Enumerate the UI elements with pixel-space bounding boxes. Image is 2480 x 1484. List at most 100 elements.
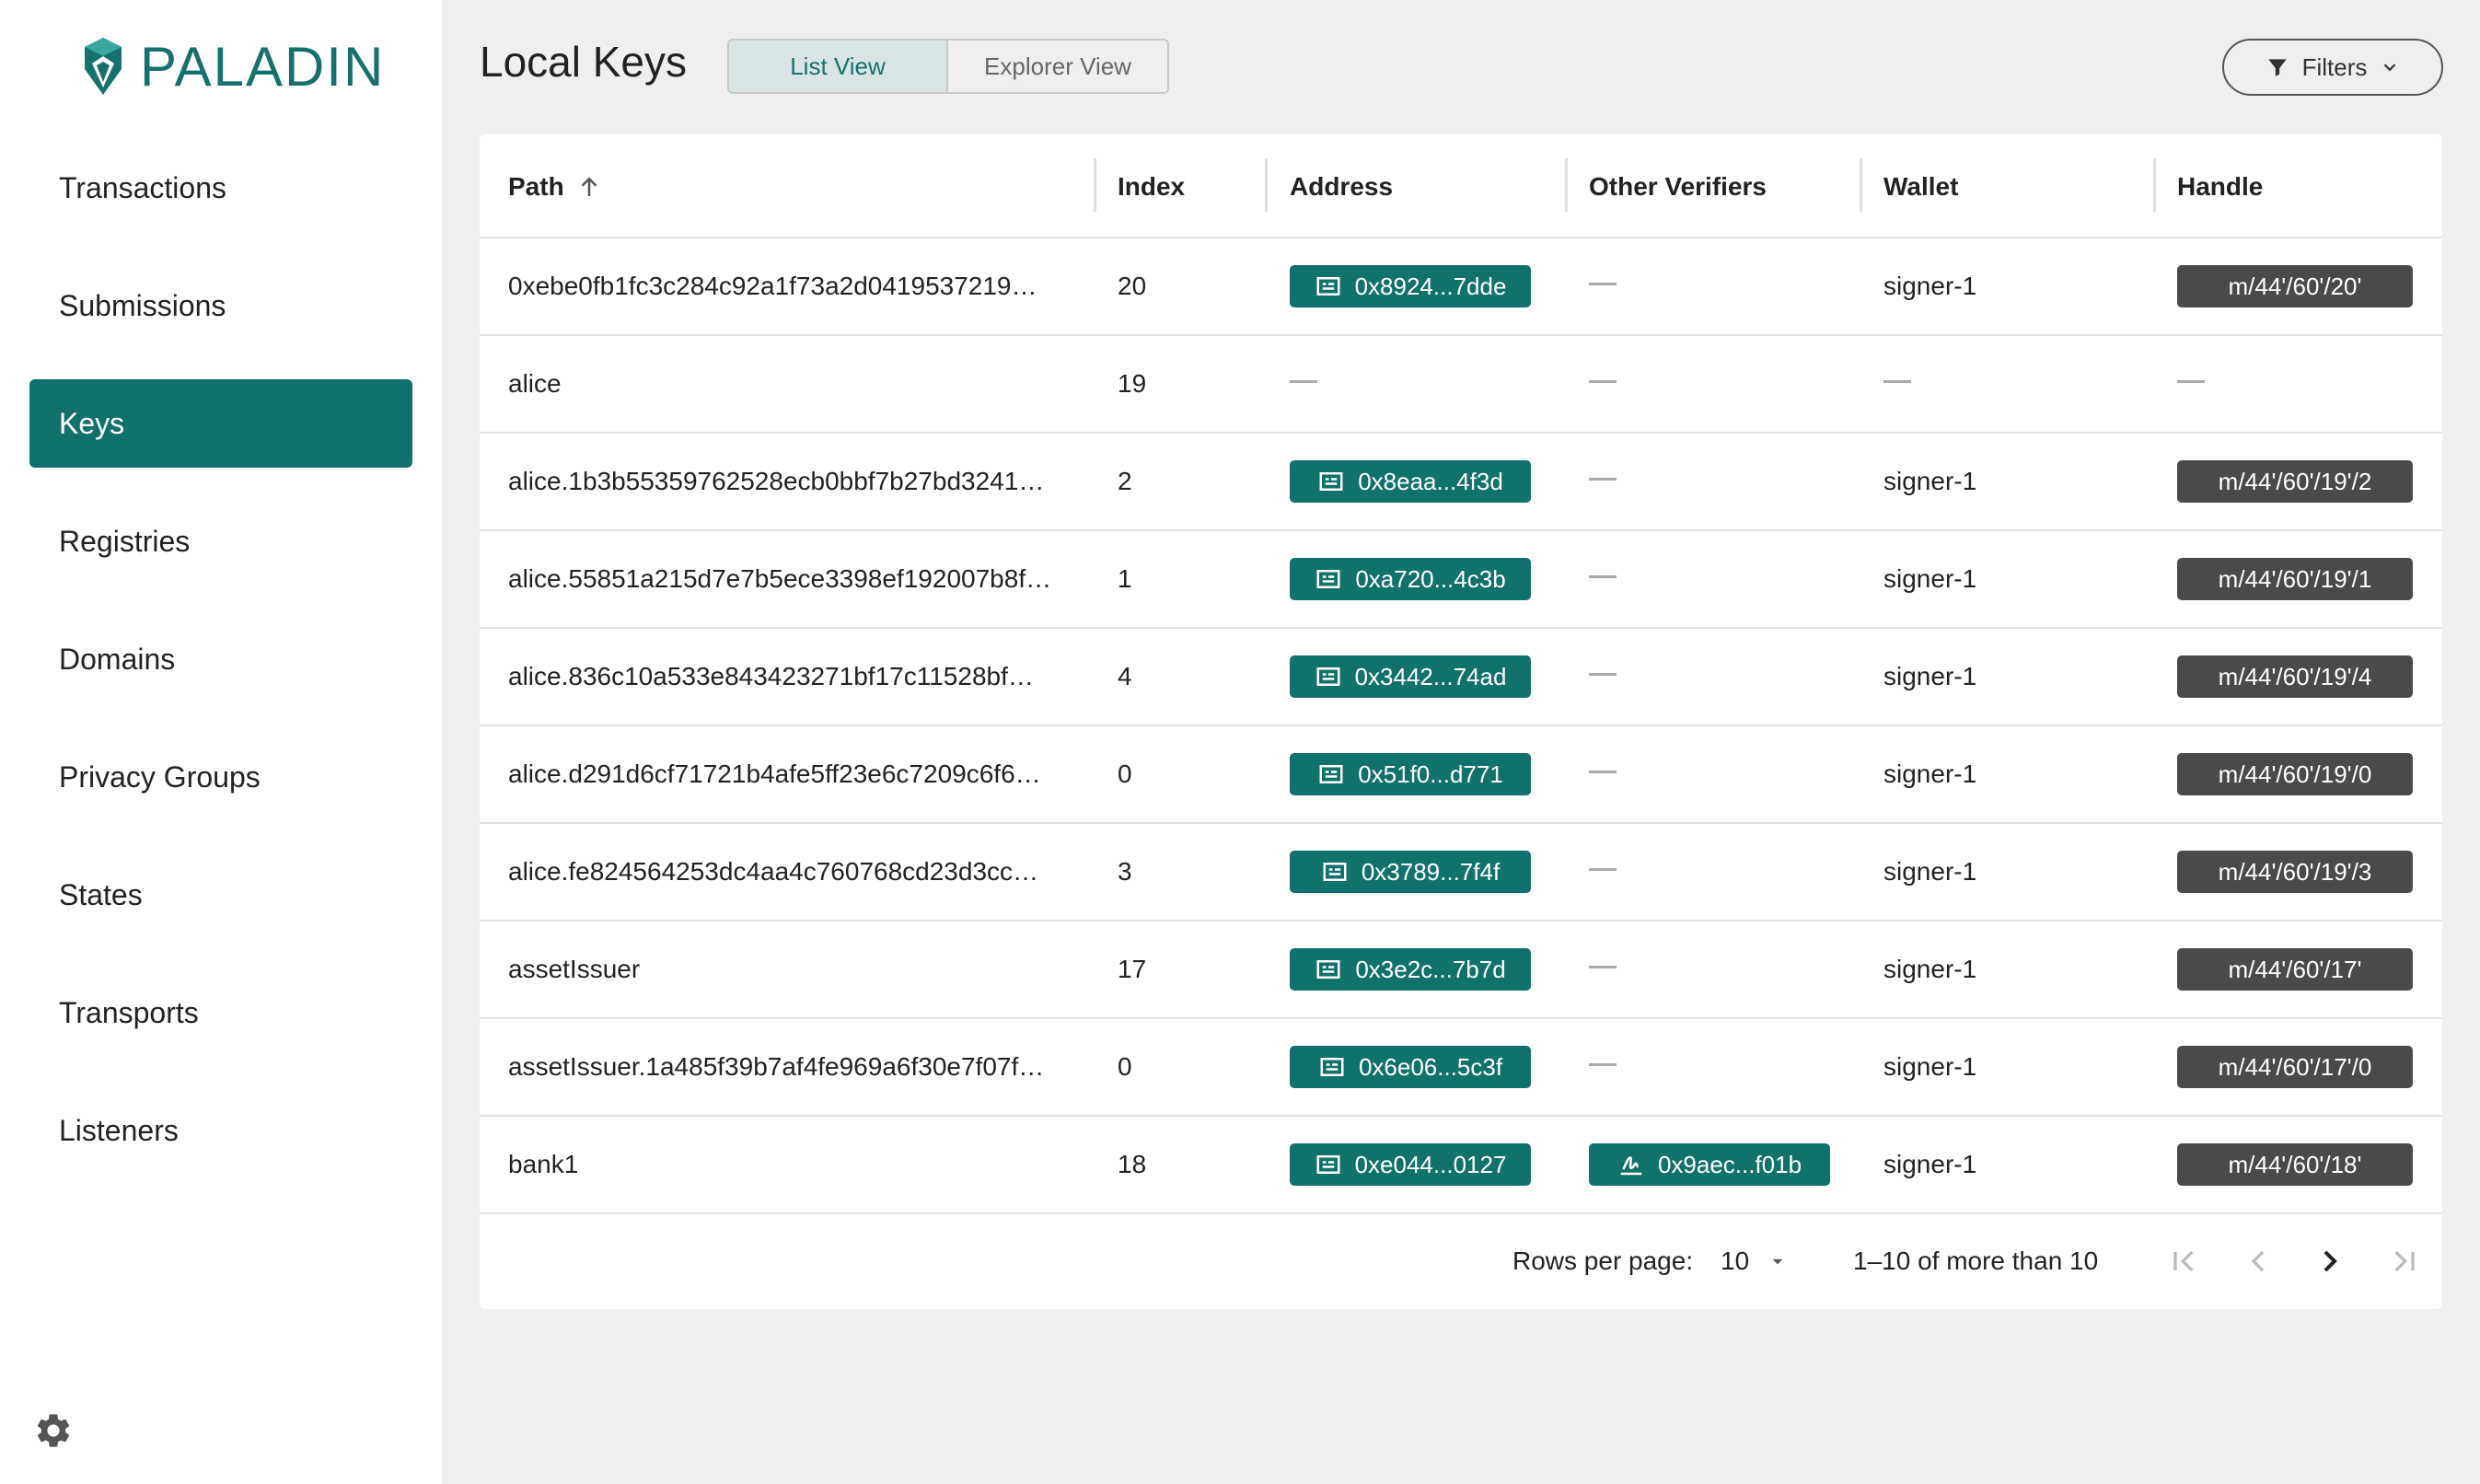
cell-text: signer-1 [1883,1150,1977,1178]
handle-chip: m/44'/60'/19'/2 [2177,460,2413,503]
rows-per-page-label: Rows per page: [1512,1246,1694,1275]
cell-handle: m/44'/60'/17'/0 [2177,1019,2413,1115]
column-header-label: Handle [2177,171,2264,201]
column-separator[interactable] [1265,158,1268,212]
address-card-icon [1319,765,1343,783]
sidebar-item-transports[interactable]: Transports [29,968,412,1057]
table-header: Path Index Address Other Verifiers Wallet Han… [480,134,2442,238]
sidebar-item-keys[interactable]: Keys [29,379,412,468]
page-title: Local Keys [480,38,688,86]
table-row[interactable]: alice 19 [480,336,2442,434]
address-card-icon [1316,1155,1340,1174]
column-header-wallet[interactable]: Wallet [1883,134,1958,238]
column-separator[interactable] [1094,158,1096,212]
column-header-path[interactable]: Path [508,134,603,238]
handle-chip: m/44'/60'/17' [2177,948,2413,991]
cell-text: signer-1 [1883,955,1977,983]
address-chip[interactable]: 0x3789...7f4f [1290,851,1531,893]
sort-arrow-up-icon[interactable] [575,173,603,201]
address-chip[interactable]: 0x8924...7dde [1290,265,1531,307]
address-chip[interactable]: 0x3e2c...7b7d [1290,948,1531,991]
table-row[interactable]: alice.1b3b55359762528ecb0bbf7b27bd3241… 2… [480,434,2442,531]
cell-handle: m/44'/60'/19'/3 [2177,824,2413,920]
cell-text: signer-1 [1883,564,1977,593]
column-separator[interactable] [1565,158,1568,212]
logo[interactable]: PALADIN [81,33,385,99]
filter-icon [2267,59,2287,76]
address-chip[interactable]: 0xe044...0127 [1290,1143,1531,1186]
sidebar-item-listeners[interactable]: Listeners [29,1086,412,1175]
signature-icon [1620,1156,1642,1176]
first-page-icon[interactable] [2166,1243,2203,1280]
cell-path: alice.836c10a533e843423271bf17c11528bf… [508,629,1034,725]
cell-text: alice.d291d6cf71721b4afe5ff23e6c7209c6f6… [508,759,1041,788]
table-row[interactable]: assetIssuer.1a485f39b7af4fe969a6f30e7f07… [480,1019,2442,1117]
chip-label: 0x3e2c...7b7d [1355,955,1506,983]
rows-per-page-select[interactable]: 10 [1721,1213,1790,1309]
cell-path: alice.55851a215d7e7b5ece3398ef192007b8f… [508,531,1051,627]
chip-label: 0x3789...7f4f [1361,857,1501,886]
cell-other-verifiers [1589,824,1617,920]
column-header-other-verifiers[interactable]: Other Verifiers [1589,134,1767,238]
cell-other-verifiers [1589,238,1617,334]
cell-text: 0 [1118,1052,1132,1081]
empty-value-dash [1589,965,1617,968]
column-header-label: Wallet [1883,171,1959,201]
pagination: Rows per page: 10 1–10 of more than 10 [480,1213,2442,1309]
address-chip[interactable]: 0x51f0...d771 [1290,753,1531,795]
keys-table: Path Index Address Other Verifiers Wallet Han… [480,134,2442,1309]
column-header-index[interactable]: Index [1118,134,1185,238]
cell-other-verifiers [1589,726,1617,822]
column-separator[interactable] [1860,158,1862,212]
cell-text: signer-1 [1883,857,1977,886]
table-row[interactable]: 0xebe0fb1fc3c284c92a1f73a2d0419537219… 20… [480,238,2442,336]
table-row[interactable]: alice.fe824564253dc4aa4c760768cd23d3cc… 3… [480,824,2442,922]
address-card-icon [1323,863,1347,881]
filters-label: Filters [2301,52,2368,81]
gear-icon[interactable] [33,1410,74,1451]
chevron-down-icon [2384,64,2396,72]
column-header-address[interactable]: Address [1290,134,1393,238]
next-page-icon[interactable] [2312,1243,2348,1280]
cell-index: 19 [1118,336,1146,432]
table-row[interactable]: alice.55851a215d7e7b5ece3398ef192007b8f…… [480,531,2442,629]
cell-path: assetIssuer.1a485f39b7af4fe969a6f30e7f07… [508,1019,1044,1115]
table-row[interactable]: assetIssuer 17 0x3e2c...7b7d signer-1 m/44'/… [480,922,2442,1019]
sidebar-item-transactions[interactable]: Transactions [29,144,412,232]
address-chip[interactable]: 0x3442...74ad [1290,655,1531,698]
cell-path: alice [508,336,562,432]
previous-page-icon[interactable] [2240,1243,2277,1280]
address-chip[interactable]: 0x6e06...5c3f [1290,1046,1531,1088]
address-card-icon [1316,667,1340,686]
verifier-chip[interactable]: 0x9aec...f01b [1589,1143,1830,1186]
last-page-icon[interactable] [2385,1243,2422,1280]
empty-value-dash [1589,770,1617,773]
sidebar-item-submissions[interactable]: Submissions [29,261,412,350]
address-chip[interactable]: 0x8eaa...4f3d [1290,460,1531,503]
table-row[interactable]: alice.d291d6cf71721b4afe5ff23e6c7209c6f6… [480,726,2442,824]
column-header-label: Index [1118,171,1186,201]
cell-handle: m/44'/60'/18' [2177,1117,2413,1212]
sidebar-item-registries[interactable]: Registries [29,497,412,585]
address-chip[interactable]: 0xa720...4c3b [1290,558,1531,600]
table-row[interactable]: alice.836c10a533e843423271bf17c11528bf… 4… [480,629,2442,726]
cell-handle: m/44'/60'/19'/2 [2177,434,2413,529]
cell-handle [2177,336,2205,432]
column-header-handle[interactable]: Handle [2177,134,2263,238]
filters-button[interactable]: Filters [2222,39,2443,96]
column-separator[interactable] [2153,158,2156,212]
cell-address: 0x51f0...d771 [1290,726,1531,822]
cell-other-verifiers [1589,531,1617,627]
table-row[interactable]: bank1 18 0xe044...0127 0x9aec...f01b signer-… [480,1117,2442,1214]
sidebar-item-privacy-groups[interactable]: Privacy Groups [29,733,412,821]
sidebar-item-states[interactable]: States [29,851,412,939]
cell-address: 0x8924...7dde [1290,238,1531,334]
brand-name: PALADIN [140,35,386,98]
cell-wallet: signer-1 [1883,1019,1976,1115]
explorer-view-button[interactable]: Explorer View [948,41,1167,92]
list-view-button[interactable]: List View [729,41,948,92]
handle-chip: m/44'/60'/19'/3 [2177,851,2413,893]
cell-text: assetIssuer.1a485f39b7af4fe969a6f30e7f07… [508,1052,1045,1081]
sidebar-item-domains[interactable]: Domains [29,615,412,703]
cell-wallet: signer-1 [1883,726,1976,822]
